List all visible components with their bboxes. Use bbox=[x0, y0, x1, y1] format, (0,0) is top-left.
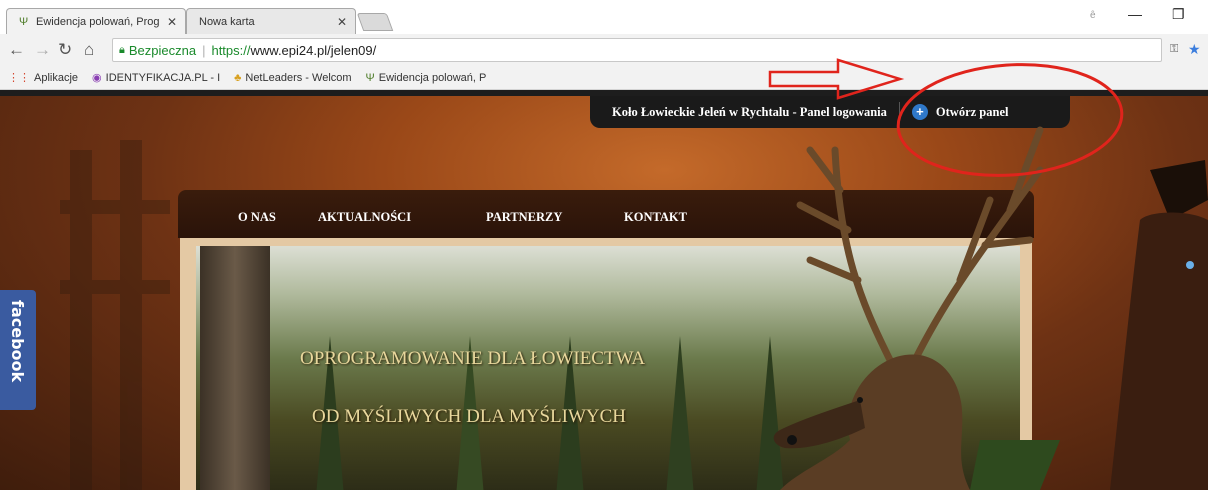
forward-icon[interactable]: → bbox=[34, 40, 51, 60]
menu-item-o-nas[interactable]: O NAS bbox=[238, 210, 276, 225]
facebook-label: facebook bbox=[8, 300, 27, 383]
toolbar: ← → ↻ ⌂ 🔒︎ Bezpieczna | https:// www.epi… bbox=[0, 34, 1208, 66]
facebook-tab[interactable]: facebook bbox=[0, 290, 36, 410]
web-page: Koło Łowieckie Jeleń w Rychtalu - Panel … bbox=[0, 90, 1208, 490]
bookmark-apps[interactable]: ⋮⋮ Aplikacje bbox=[8, 71, 78, 85]
bookmark-ewidencja[interactable]: Ψ Ewidencja polowań, P bbox=[366, 72, 487, 84]
tab-title: Nowa karta bbox=[199, 15, 255, 28]
tab-title: Ewidencja polowań, Prog bbox=[36, 15, 160, 28]
close-icon[interactable]: ✕ bbox=[337, 15, 347, 29]
tab-strip: Ψ Ewidencja polowań, Prog ✕ Nowa karta ✕… bbox=[0, 0, 1208, 34]
slogan-line-2: OD MYŚLIWYCH DLA MYŚLIWYCH bbox=[312, 406, 627, 427]
lock-icon: 🔒︎ bbox=[119, 43, 125, 56]
home-icon[interactable]: ⌂ bbox=[84, 40, 94, 60]
menu-item-kontakt[interactable]: KONTAKT bbox=[624, 210, 687, 225]
apps-grid-icon: ⋮⋮ bbox=[8, 72, 30, 84]
menu-item-partnerzy[interactable]: PARTNERZY bbox=[486, 210, 562, 225]
url-text: www.epi24.pl/jelen09/ bbox=[250, 42, 377, 58]
hunter-image bbox=[1110, 160, 1208, 490]
new-tab-button[interactable] bbox=[356, 13, 394, 31]
url-protocol: https:// bbox=[211, 42, 251, 58]
antler-icon: Ψ bbox=[19, 15, 29, 28]
bookmark-identyfikacja[interactable]: ◉ IDENTYFIKACJA.PL - I bbox=[92, 71, 220, 85]
tab-ewidencja[interactable]: Ψ Ewidencja polowań, Prog ✕ bbox=[6, 8, 186, 34]
security-label: Bezpieczna bbox=[128, 42, 197, 58]
netleaders-icon: ♣ bbox=[234, 71, 242, 84]
back-icon[interactable]: ← bbox=[8, 40, 25, 60]
antler-icon: Ψ bbox=[365, 71, 375, 84]
minimize-icon[interactable]: — bbox=[1128, 6, 1142, 22]
background-fence bbox=[60, 140, 170, 490]
key-icon[interactable]: ⚿ bbox=[1170, 43, 1178, 56]
tree-trunk bbox=[200, 246, 270, 490]
identyfikacja-icon: ◉ bbox=[92, 72, 102, 84]
profile-icon[interactable]: ȇ bbox=[1090, 10, 1096, 21]
reload-icon[interactable]: ↻ bbox=[58, 40, 72, 60]
bookmark-star-icon[interactable]: ★ bbox=[1188, 41, 1201, 58]
slogan-line-1: OPROGRAMOWANIE DLA ŁOWIECTWA bbox=[300, 348, 646, 369]
tab-new[interactable]: Nowa karta ✕ bbox=[186, 8, 356, 34]
restore-icon[interactable]: ❐ bbox=[1172, 6, 1185, 23]
menu-item-aktualnosci[interactable]: AKTUALNOŚCI bbox=[318, 210, 411, 225]
bookmark-netleaders[interactable]: ♣ NetLeaders - Welcom bbox=[234, 72, 351, 84]
address-bar[interactable]: 🔒︎ Bezpieczna | https:// www.epi24.pl/je… bbox=[112, 38, 1162, 62]
bookmarks-bar: ⋮⋮ Aplikacje ◉ IDENTYFIKACJA.PL - I ♣ Ne… bbox=[0, 66, 1208, 90]
close-icon[interactable]: ✕ bbox=[167, 15, 177, 29]
elk-image bbox=[773, 126, 1060, 490]
